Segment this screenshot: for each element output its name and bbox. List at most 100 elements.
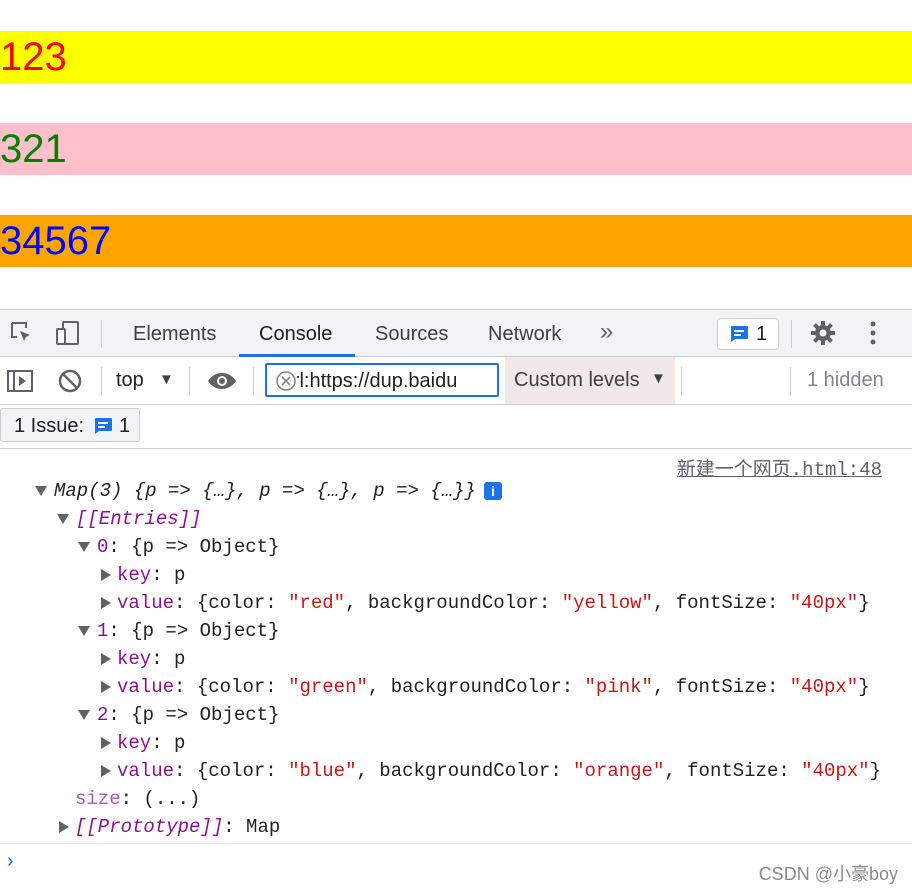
- device-toolbar-icon[interactable]: [55, 320, 81, 346]
- expand-triangle-icon[interactable]: [101, 680, 111, 693]
- paragraph-1-text: 123: [0, 35, 67, 79]
- devtools-tabbar: Elements Console Sources Network » 1: [0, 309, 912, 357]
- map-prefix: Map(3): [54, 480, 134, 502]
- entry-head: : {p => Object}: [108, 620, 280, 642]
- entry-0-key-row[interactable]: key: p: [99, 561, 185, 589]
- colon: :: [223, 816, 247, 838]
- paragraph-3: 34567: [0, 215, 912, 267]
- clear-filter-icon[interactable]: [275, 370, 297, 392]
- toolbar-divider: [791, 320, 792, 348]
- toolbar-divider: [189, 367, 190, 395]
- comma: , backgroundColor:: [345, 592, 562, 614]
- comma: , fontSize:: [652, 676, 790, 698]
- expand-triangle-icon[interactable]: [101, 568, 111, 581]
- colon: :: [151, 564, 175, 586]
- entry-1-key-row[interactable]: key: p: [99, 645, 185, 673]
- expand-triangle-icon[interactable]: [101, 652, 111, 665]
- map-summary-row[interactable]: Map(3) {p => {…}, p => {…}, p => {…}} i: [35, 477, 502, 505]
- hidden-messages-count: 1 hidden: [807, 369, 884, 391]
- colon: : {: [174, 592, 209, 614]
- comma: , backgroundColor:: [367, 676, 585, 698]
- value-label: value: [117, 592, 175, 614]
- context-selector[interactable]: top: [116, 369, 144, 392]
- size-value[interactable]: (...): [143, 788, 200, 810]
- paragraph-3-text: 34567: [0, 219, 112, 263]
- expand-triangle-icon[interactable]: [101, 596, 111, 609]
- entry-head: : {p => Object}: [108, 704, 280, 726]
- filter-input-value: -url:https://dup.baidu: [275, 370, 458, 392]
- message-icon: [729, 325, 749, 348]
- fontsize-value: "40px": [801, 760, 870, 782]
- overflow-menu-icon[interactable]: ⋮: [905, 369, 912, 394]
- info-icon[interactable]: i: [483, 481, 502, 500]
- tab-network[interactable]: Network: [468, 310, 581, 357]
- entry-2-key-row[interactable]: key: p: [99, 729, 185, 757]
- size-label: size: [75, 788, 121, 810]
- colon: :: [151, 648, 175, 670]
- entry-1-value-row[interactable]: value: {color: "green", backgroundColor:…: [99, 673, 870, 701]
- toolbar-divider: [101, 367, 102, 395]
- prop-color: color: [208, 676, 266, 698]
- entries-label: [[Entries]]: [76, 508, 202, 530]
- prototype-row[interactable]: [[Prototype]]: Map: [57, 813, 280, 841]
- inspect-element-icon[interactable]: [9, 320, 35, 346]
- entry-2-row[interactable]: 2: {p => Object}: [78, 701, 279, 729]
- context-dropdown-icon[interactable]: ▼: [159, 371, 174, 388]
- eye-icon[interactable]: [207, 368, 236, 394]
- collapse-triangle-icon[interactable]: [78, 709, 90, 720]
- entry-0-value-row[interactable]: value: {color: "red", backgroundColor: "…: [99, 589, 870, 617]
- prop-color: color: [208, 592, 266, 614]
- toolbar-divider: [253, 367, 254, 395]
- color-value: "red": [288, 592, 346, 614]
- log-levels-dropdown[interactable]: Custom levels ▼: [505, 357, 675, 404]
- source-link[interactable]: 新建一个网页.html:48: [677, 454, 882, 481]
- tab-sources[interactable]: Sources: [355, 310, 468, 357]
- collapse-triangle-icon[interactable]: [57, 513, 69, 524]
- entry-index: 1: [97, 620, 109, 642]
- collapse-triangle-icon[interactable]: [35, 485, 47, 496]
- clear-console-icon[interactable]: [57, 368, 83, 394]
- issues-badge-button[interactable]: 1: [717, 318, 779, 350]
- entry-1-row[interactable]: 1: {p => Object}: [78, 617, 279, 645]
- issues-link[interactable]: 1 Issue: 1: [0, 408, 140, 442]
- console-filter-input[interactable]: -url:https://dup.baidu: [265, 363, 499, 397]
- value-label: value: [117, 760, 175, 782]
- toolbar-divider: [681, 367, 682, 395]
- size-row[interactable]: size: (...): [75, 785, 200, 813]
- message-icon: [93, 417, 113, 440]
- comma: , fontSize:: [664, 760, 802, 782]
- watermark: CSDN @小豪boy: [758, 864, 898, 884]
- close-brace: }: [869, 760, 881, 782]
- prop-color: color: [208, 760, 266, 782]
- bg-value: "yellow": [561, 592, 653, 614]
- colon: :: [265, 760, 289, 782]
- entries-row[interactable]: [[Entries]]: [57, 505, 201, 533]
- colon: : {: [174, 676, 209, 698]
- bg-value: "pink": [584, 676, 653, 698]
- map-body: {p => {…}, p => {…}, p => {…}}: [133, 480, 476, 502]
- kebab-menu-icon[interactable]: [860, 320, 886, 346]
- collapse-triangle-icon[interactable]: [78, 541, 90, 552]
- expand-triangle-icon[interactable]: [101, 764, 111, 777]
- prototype-value: Map: [246, 816, 281, 838]
- key-label: key: [117, 732, 152, 754]
- entry-2-value-row[interactable]: value: {color: "blue", backgroundColor: …: [99, 757, 881, 785]
- issues-bar: 1 Issue: 1: [0, 405, 912, 449]
- tab-elements[interactable]: Elements: [113, 310, 236, 357]
- color-value: "blue": [288, 760, 357, 782]
- paragraph-1: 123: [0, 31, 912, 83]
- sidebar-toggle-icon[interactable]: [7, 368, 33, 394]
- more-tabs-button[interactable]: »: [600, 318, 614, 346]
- console-prompt[interactable]: › CSDN @小豪boy: [0, 843, 912, 891]
- tab-console[interactable]: Console: [239, 310, 355, 357]
- paragraph-2-text: 321: [0, 127, 67, 171]
- expand-triangle-icon[interactable]: [101, 736, 111, 749]
- fontsize-value: "40px": [789, 676, 859, 698]
- collapse-triangle-icon[interactable]: [78, 625, 90, 636]
- color-value: "green": [288, 676, 368, 698]
- entry-0-row[interactable]: 0: {p => Object}: [78, 533, 279, 561]
- expand-triangle-icon[interactable]: [59, 820, 69, 833]
- close-brace: }: [858, 676, 870, 698]
- issues-label: 1 Issue:: [14, 415, 85, 437]
- gear-icon[interactable]: [810, 320, 836, 346]
